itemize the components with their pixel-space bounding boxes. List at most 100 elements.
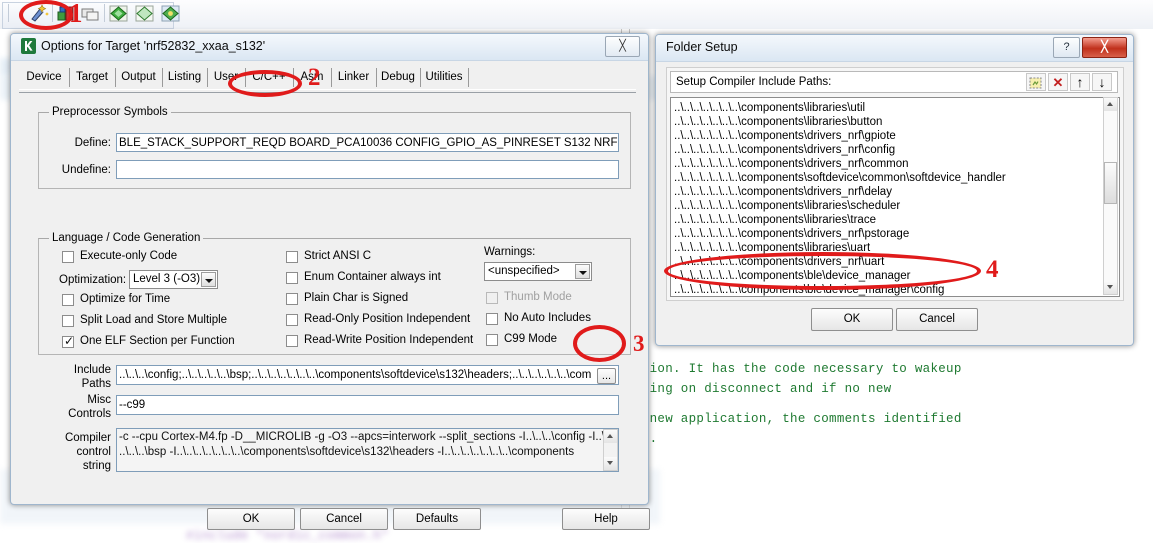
label-enum-container-always-int: Enum Container always int (304, 271, 441, 283)
close-icon[interactable]: ╳ (1082, 37, 1127, 58)
batch-build-icon[interactable] (160, 3, 182, 23)
list-item[interactable]: ..\..\..\..\..\..\..\components\drivers_… (674, 227, 909, 241)
folder-setup-ok-button[interactable]: OK (811, 308, 893, 331)
annotation-ellipse-device-manager-paths (664, 252, 981, 290)
undefine-label: Undefine: (61, 164, 111, 176)
options-tabstrip: Device Target Output Listing User C/C++ … (19, 68, 636, 89)
language-code-generation-label: Language / Code Generation (49, 232, 204, 244)
undefine-input[interactable] (116, 160, 619, 179)
compiler-string-label-line3: string (82, 460, 111, 472)
checkbox-no-auto-includes[interactable] (486, 313, 498, 325)
label-strict-ansi-c: Strict ANSI C (304, 250, 372, 262)
options-dialog-titlebar[interactable]: Options for Target 'nrf52832_xxaa_s132' … (11, 34, 648, 61)
include-paths-input[interactable]: ..\..\..\config;..\..\..\..\..\bsp;..\..… (116, 365, 619, 385)
options-cancel-button[interactable]: Cancel (300, 508, 388, 530)
move-up-icon[interactable]: ↑ (1070, 73, 1090, 91)
checkbox-strict-ansi-c[interactable] (286, 251, 298, 263)
listbox-scrollbar[interactable] (1103, 97, 1118, 295)
options-dialog-title: Options for Target 'nrf52832_xxaa_s132' (41, 39, 266, 53)
label-c99-mode: C99 Mode (504, 333, 558, 345)
compiler-string-label-line1: Compiler (64, 432, 111, 444)
folder-setup-cancel-button[interactable]: Cancel (896, 308, 978, 331)
annotation-number-3: 3 (633, 331, 645, 356)
annotation-number-1: 1 (69, 0, 83, 28)
optimization-select[interactable]: Level 3 (-O3) (129, 270, 218, 289)
label-split-load-and-store-multiple: Split Load and Store Multiple (80, 314, 228, 326)
scroll-up-icon[interactable] (1104, 98, 1117, 111)
tab-output[interactable]: Output (115, 68, 163, 87)
new-path-icon[interactable] (1026, 73, 1046, 91)
close-icon[interactable]: ╳ (605, 36, 640, 57)
label-read-write-position-independent: Read-Write Position Independent (304, 334, 474, 346)
define-label: Define: (74, 137, 111, 149)
ide-toolbar (0, 0, 1153, 30)
tab-utilities[interactable]: Utilities (420, 68, 469, 87)
list-item[interactable]: ..\..\..\..\..\..\..\components\librarie… (674, 101, 865, 115)
label-optimize-for-time: Optimize for Time (80, 293, 171, 305)
include-paths-label-line1: Include (73, 364, 111, 376)
checkbox-execute-only-code[interactable] (62, 251, 74, 263)
folder-setup-titlebar[interactable]: Folder Setup ? ╳ (656, 35, 1133, 62)
optimization-label: Optimization: (59, 274, 127, 286)
delete-path-icon[interactable]: ✕ (1048, 73, 1068, 91)
code-comment-line: a new application, the comments identifi… (634, 412, 962, 426)
list-item[interactable]: ..\..\..\..\..\..\..\components\softdevi… (674, 171, 1006, 185)
options-for-target-dialog: Options for Target 'nrf52832_xxaa_s132' … (10, 33, 650, 530)
options-defaults-button[interactable]: Defaults (393, 508, 481, 530)
list-item[interactable]: ..\..\..\..\..\..\..\components\librarie… (674, 115, 882, 129)
help-icon[interactable]: ? (1053, 37, 1080, 58)
keil-app-icon (21, 38, 36, 57)
warnings-select[interactable]: <unspecified> (484, 262, 592, 281)
checkbox-thumb-mode (486, 292, 498, 304)
checkbox-c99-mode[interactable] (486, 334, 498, 346)
list-item[interactable]: ..\..\..\..\..\..\..\components\drivers_… (674, 157, 909, 171)
tab-listing[interactable]: Listing (162, 68, 208, 87)
options-help-button[interactable]: Help (562, 508, 650, 530)
checkbox-one-elf-section-per-function[interactable]: ✓ (62, 335, 74, 348)
compiler-string-scrollbar[interactable] (603, 429, 618, 471)
scrollbar-thumb[interactable] (1104, 162, 1117, 204)
define-input[interactable]: BLE_STACK_SUPPORT_REQD BOARD_PCA10036 CO… (116, 133, 619, 152)
checkbox-plain-char-is-signed[interactable] (286, 293, 298, 305)
label-execute-only-code: Execute-only Code (80, 250, 178, 262)
options-ok-button[interactable]: OK (207, 508, 295, 530)
manage-components-icon[interactable] (80, 3, 102, 23)
checkbox-read-only-position-independent[interactable] (286, 314, 298, 326)
folder-setup-dialog: Folder Setup ? ╳ Setup Compiler Include … (655, 34, 1134, 346)
checkbox-split-load-and-store-multiple[interactable] (62, 315, 74, 327)
scroll-down-icon[interactable] (1104, 281, 1117, 294)
list-item[interactable]: ..\..\..\..\..\..\..\components\librarie… (674, 199, 900, 213)
label-thumb-mode: Thumb Mode (504, 291, 572, 303)
checkbox-enum-container-always-int[interactable] (286, 272, 298, 284)
label-read-only-position-independent: Read-Only Position Independent (304, 313, 471, 325)
annotation-number-4: 4 (986, 256, 999, 283)
list-item[interactable]: ..\..\..\..\..\..\..\components\drivers_… (674, 185, 892, 199)
compiler-control-string: -c --cpu Cortex-M4.fp -D__MICROLIB -g -O… (116, 428, 619, 472)
warnings-label: Warnings: (484, 246, 536, 258)
list-item[interactable]: ..\..\..\..\..\..\..\components\drivers_… (674, 143, 895, 157)
list-item[interactable]: ..\..\..\..\..\..\..\components\drivers_… (674, 129, 896, 143)
tab-device[interactable]: Device (19, 68, 70, 87)
chevron-down-icon[interactable] (575, 264, 590, 279)
label-plain-char-is-signed: Plain Char is Signed (304, 292, 409, 304)
annotation-ellipse-browse (573, 325, 626, 362)
chevron-down-icon[interactable] (201, 272, 216, 287)
checkbox-read-write-position-independent[interactable] (286, 335, 298, 347)
checkbox-optimize-for-time[interactable] (62, 294, 74, 306)
warnings-value: <unspecified> (488, 265, 560, 277)
build-diamond-green-icon[interactable] (108, 3, 130, 23)
move-down-icon[interactable]: ↓ (1092, 73, 1112, 91)
tab-target[interactable]: Target (69, 68, 116, 87)
scroll-up-icon[interactable] (604, 430, 617, 443)
include-paths-browse-button[interactable]: ... (597, 368, 616, 384)
rebuild-diamond-icon[interactable] (134, 3, 156, 23)
tab-linker[interactable]: Linker (331, 68, 377, 87)
scroll-down-icon[interactable] (604, 457, 617, 470)
folder-setup-title: Folder Setup (666, 40, 738, 54)
annotation-ellipse-toolbar (19, 0, 73, 30)
misc-controls-input[interactable]: --c99 (116, 395, 619, 415)
list-item[interactable]: ..\..\..\..\..\..\..\components\librarie… (674, 213, 876, 227)
code-comment-line: ising on disconnect and if no new (634, 382, 892, 396)
tab-debug[interactable]: Debug (376, 68, 421, 87)
label-one-elf-section-per-function: One ELF Section per Function (80, 335, 235, 347)
